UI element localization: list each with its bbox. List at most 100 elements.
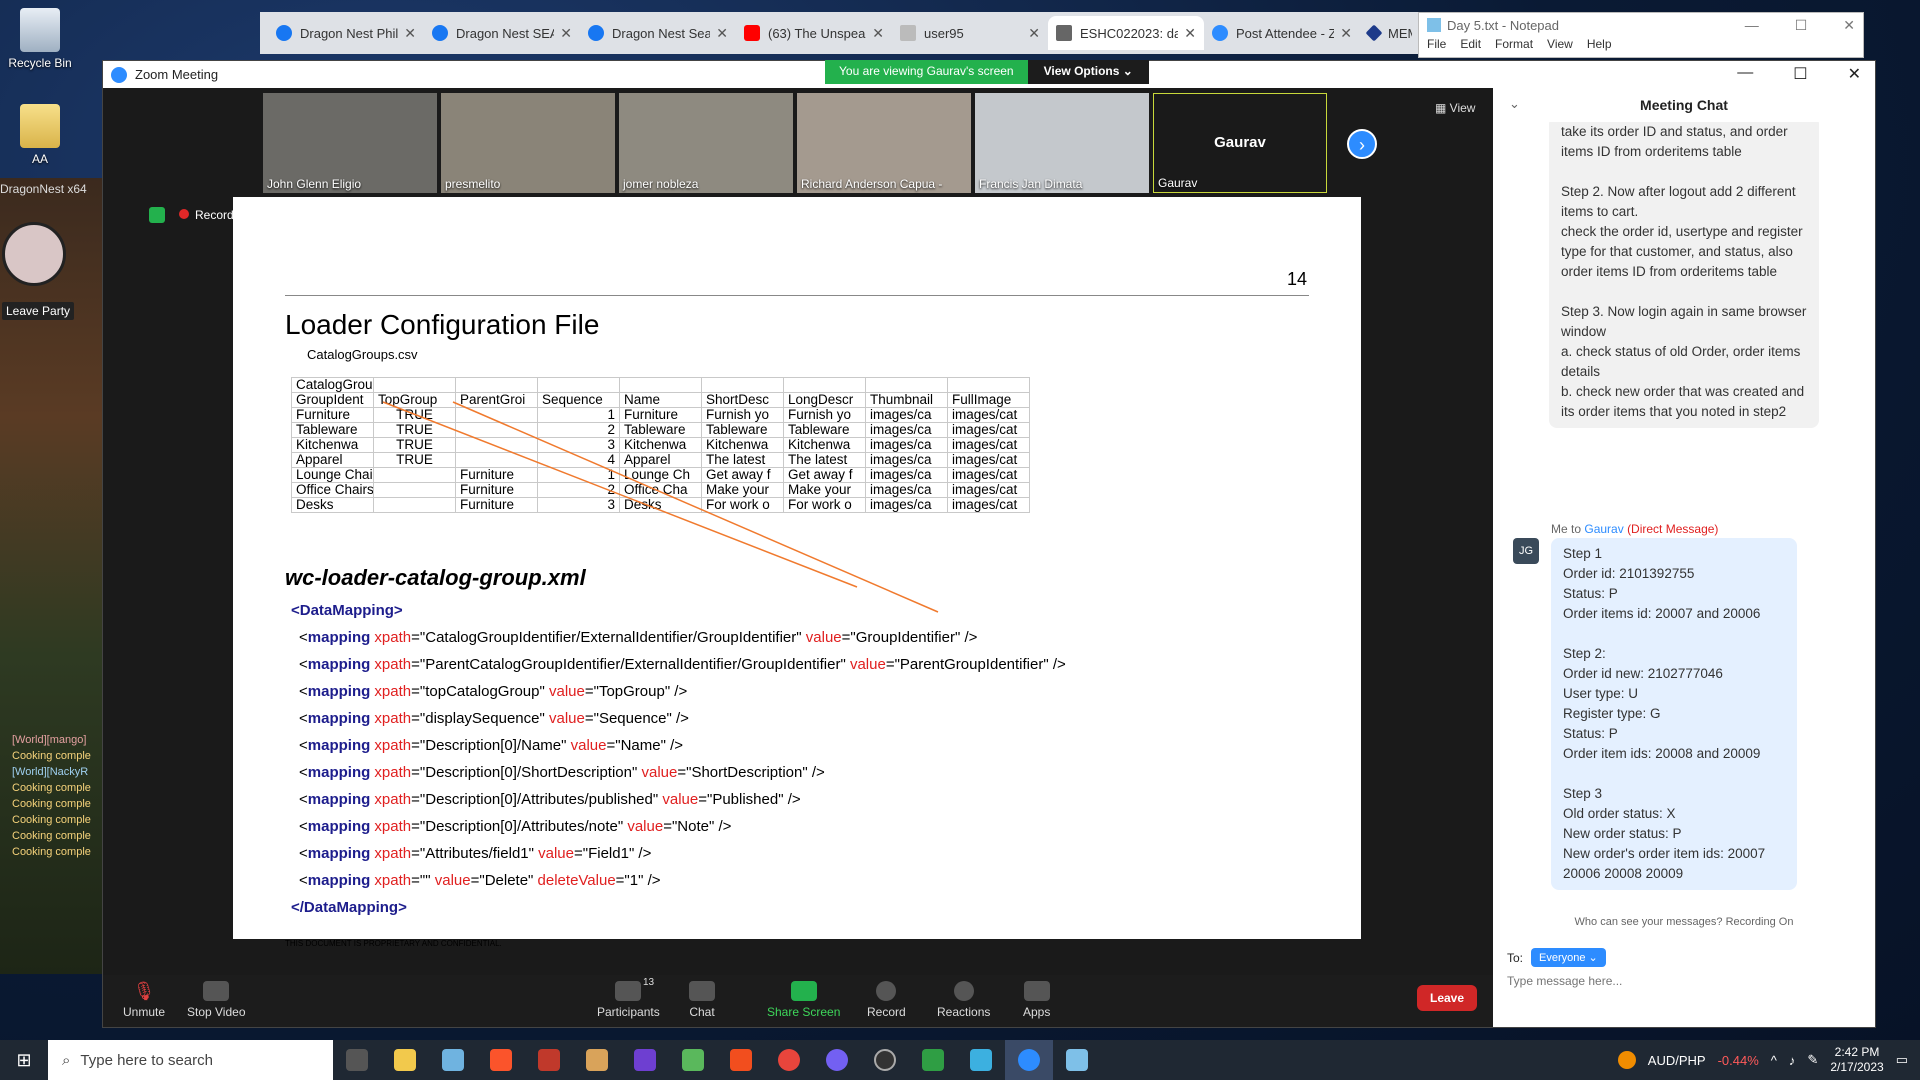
close-icon[interactable]: ✕ xyxy=(716,25,728,42)
app-icon[interactable] xyxy=(525,1040,573,1080)
leave-button[interactable]: Leave xyxy=(1417,985,1477,1011)
view-button[interactable]: ▦ View xyxy=(1435,101,1475,115)
chrome-icon[interactable] xyxy=(765,1040,813,1080)
zoom-taskbar-icon[interactable] xyxy=(1005,1040,1053,1080)
recipient-dropdown[interactable]: Everyone ⌄ xyxy=(1531,948,1606,967)
share-screen-button[interactable]: Share Screen xyxy=(767,981,840,1019)
apps-button[interactable]: Apps xyxy=(1023,981,1050,1019)
recipient-name[interactable]: Gaurav xyxy=(1584,522,1623,536)
chat-message-input[interactable] xyxy=(1507,974,1807,988)
obs-icon[interactable] xyxy=(861,1040,909,1080)
xml-syntax: " xyxy=(528,845,539,862)
xml-syntax: mapping xyxy=(307,737,371,754)
participant-tile[interactable]: Francis Jan Dimata xyxy=(975,93,1149,193)
unmute-button[interactable]: 🎙 Unmute xyxy=(123,981,165,1019)
maximize-icon[interactable]: ☐ xyxy=(1795,17,1808,34)
participant-name: Gaurav xyxy=(1158,176,1198,190)
browser-tab[interactable]: MEM xyxy=(1360,16,1420,50)
reactions-button[interactable]: Reactions xyxy=(937,981,990,1019)
intellij-icon[interactable] xyxy=(621,1040,669,1080)
viber-icon[interactable] xyxy=(813,1040,861,1080)
close-icon[interactable]: ✕ xyxy=(1340,25,1352,42)
close-icon[interactable]: ✕ xyxy=(1028,25,1040,42)
next-participants-button[interactable]: › xyxy=(1347,129,1377,159)
task-view-icon[interactable] xyxy=(333,1040,381,1080)
browser-tab-active[interactable]: ESHC022023: dat ✕ xyxy=(1048,16,1204,50)
maximize-icon[interactable]: ☐ xyxy=(1793,64,1807,84)
xml-syntax: mapping xyxy=(307,764,371,781)
minimize-icon[interactable]: — xyxy=(1745,17,1759,34)
record-button[interactable]: Record xyxy=(867,981,906,1019)
xml-syntax: < xyxy=(299,656,308,673)
pen-icon[interactable]: ✎ xyxy=(1807,1052,1818,1068)
csv-cell: Tableware xyxy=(619,422,702,438)
clock[interactable]: 2:42 PM 2/17/2023 xyxy=(1830,1045,1883,1075)
xml-line: <mapping xpath="" value="Delete" deleteV… xyxy=(291,867,1066,894)
xml-syntax: =" xyxy=(606,737,621,754)
app-icon[interactable] xyxy=(429,1040,477,1080)
csv-cell: images/cat xyxy=(947,452,1030,468)
speaker-icon[interactable]: ♪ xyxy=(1789,1053,1796,1068)
folder-icon[interactable]: AA xyxy=(0,104,80,166)
participant-tile[interactable]: jomer nobleza xyxy=(619,93,793,193)
video-camera-icon xyxy=(203,981,230,1001)
stop-video-button[interactable]: Stop Video xyxy=(187,981,246,1019)
close-icon[interactable]: ✕ xyxy=(404,25,416,42)
chat-visibility-notice[interactable]: Who can see your messages? Recording On xyxy=(1493,916,1875,928)
csv-cell: 2 xyxy=(537,422,620,438)
currency-pair[interactable]: AUD/PHP xyxy=(1648,1053,1706,1068)
app-icon[interactable] xyxy=(573,1040,621,1080)
app-icon[interactable] xyxy=(957,1040,1005,1080)
browser-tab[interactable]: Dragon Nest SEA ✕ xyxy=(424,16,580,50)
xml-syntax: value xyxy=(548,683,585,700)
close-icon[interactable]: ✕ xyxy=(560,25,572,42)
notepad-menu-file[interactable]: File xyxy=(1427,37,1446,51)
browser-tab[interactable]: Dragon Nest Phil ✕ xyxy=(268,16,424,50)
xml-syntax: " xyxy=(796,629,806,646)
leave-party-button[interactable]: Leave Party xyxy=(2,302,75,320)
csv-cell: Name xyxy=(619,392,702,408)
notepad-menu-edit[interactable]: Edit xyxy=(1460,37,1481,51)
collapse-chevron-icon[interactable]: ⌄ xyxy=(1509,96,1520,112)
csv-cell: TRUE xyxy=(373,422,456,438)
browser-tab[interactable]: user95 ✕ xyxy=(892,16,1048,50)
game-chat-line: Cooking comple xyxy=(12,814,91,826)
app-icon[interactable] xyxy=(669,1040,717,1080)
close-icon[interactable]: ✕ xyxy=(1843,17,1855,34)
participant-tile[interactable]: Richard Anderson Capua - xyxy=(797,93,971,193)
notepad-taskbar-icon[interactable] xyxy=(1053,1040,1101,1080)
view-options-button[interactable]: View Options ⌄ xyxy=(1027,60,1149,84)
figma-icon[interactable] xyxy=(717,1040,765,1080)
notepad-menu-format[interactable]: Format xyxy=(1495,37,1533,51)
recycle-bin-icon[interactable]: Recycle Bin xyxy=(0,8,80,70)
windows-start-icon[interactable]: ⊞ xyxy=(0,1040,48,1080)
browser-tab[interactable]: Dragon Nest Sea ✕ xyxy=(580,16,736,50)
brave-browser-icon[interactable] xyxy=(477,1040,525,1080)
app-icon[interactable] xyxy=(909,1040,957,1080)
notepad-menu-view[interactable]: View xyxy=(1547,37,1573,51)
chat-button[interactable]: Chat xyxy=(689,981,715,1019)
close-icon[interactable]: ✕ xyxy=(872,25,884,42)
chevron-up-icon[interactable]: ^ xyxy=(1771,1053,1777,1068)
notepad-window[interactable]: Day 5.txt - Notepad File Edit Format Vie… xyxy=(1418,12,1864,58)
xml-syntax: value xyxy=(641,764,678,781)
taskbar-search[interactable]: ⌕ Type here to search xyxy=(48,1040,333,1080)
file-explorer-icon[interactable] xyxy=(381,1040,429,1080)
xml-syntax: =" xyxy=(470,872,485,889)
notification-icon[interactable]: ▭ xyxy=(1896,1052,1908,1068)
participant-tile[interactable]: presmelito xyxy=(441,93,615,193)
csv-cell: Apparel xyxy=(619,452,702,468)
browser-tab[interactable]: (63) The Unspeak ✕ xyxy=(736,16,892,50)
xml-syntax: xpath xyxy=(370,764,412,781)
csv-cell xyxy=(373,467,456,483)
xml-syntax: =" xyxy=(677,764,692,781)
xml-line: <DataMapping> xyxy=(291,597,1066,624)
browser-tab[interactable]: Post Attendee - Z ✕ xyxy=(1204,16,1360,50)
close-icon[interactable]: ✕ xyxy=(1184,25,1196,42)
minimize-icon[interactable]: — xyxy=(1737,64,1753,84)
csv-cell: images/cat xyxy=(947,407,1030,423)
participant-tile[interactable]: John Glenn Eligio xyxy=(263,93,437,193)
close-icon[interactable]: ✕ xyxy=(1848,64,1861,84)
participant-tile-active-speaker[interactable]: Gaurav Gaurav xyxy=(1153,93,1327,193)
notepad-menu-help[interactable]: Help xyxy=(1587,37,1612,51)
